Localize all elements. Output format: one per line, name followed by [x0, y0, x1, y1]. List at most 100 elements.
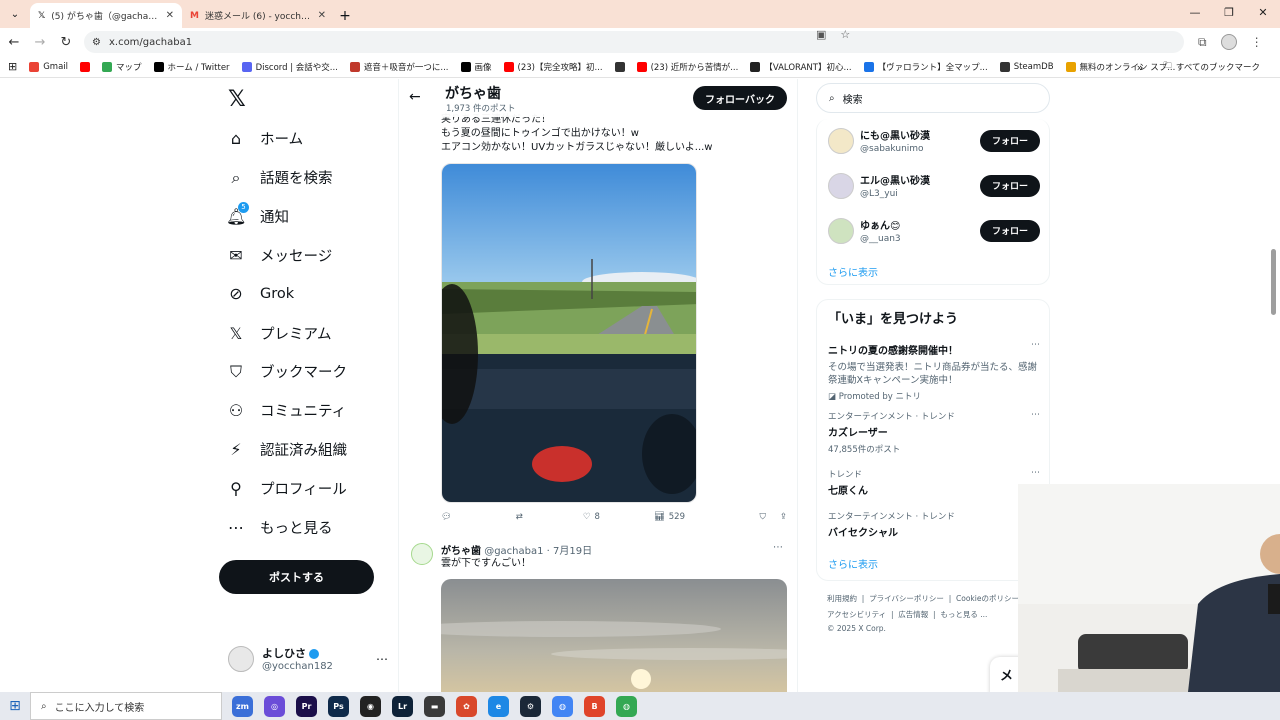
footer-link[interactable]: 広告情報	[898, 610, 928, 619]
tweet-more-icon[interactable]: ⋯	[773, 542, 783, 553]
minimize-icon[interactable]: —	[1178, 0, 1212, 28]
like-button[interactable]: ♡ 8	[583, 512, 600, 522]
bookmark-item[interactable]: Gmail	[29, 61, 68, 72]
taskbar-search-input[interactable]: ⌕ ここに入力して検索	[30, 692, 222, 720]
nav-item-verified-orgs[interactable]: ⚡︎ 認証済み組織	[226, 439, 347, 460]
avatar[interactable]	[828, 172, 854, 199]
trend-more-icon[interactable]: ⋯	[1031, 410, 1040, 420]
bookmark-star-icon[interactable]: ☆	[840, 28, 850, 41]
retweet-icon[interactable]: ⇄	[516, 512, 523, 522]
back-icon[interactable]: ←	[2, 35, 26, 50]
reply-icon[interactable]: 💬︎	[441, 512, 452, 522]
bookmark-item[interactable]: (23)【完全攻略】初...	[503, 61, 603, 73]
bookmark-item[interactable]: 遮音＋吸音が一つに...	[349, 61, 449, 73]
reload-icon[interactable]: ↻	[54, 35, 78, 50]
nav-item-more[interactable]: ⋯ もっと見る	[226, 517, 333, 538]
trend-more-icon[interactable]: ⋯	[1031, 340, 1040, 350]
suggestion-name[interactable]: エル@黒い砂漠	[860, 172, 930, 187]
views-button[interactable]: 📊︎ 529	[654, 512, 685, 522]
taskbar-app-icon[interactable]: ◍	[616, 695, 637, 717]
follow-button[interactable]: フォロー	[980, 174, 1040, 197]
nav-item-home[interactable]: ⌂ ホーム	[226, 128, 303, 149]
taskbar-app-icon[interactable]: ◉	[360, 695, 381, 717]
show-more-link[interactable]: さらに表示	[828, 264, 878, 279]
bookmark-item[interactable]	[80, 61, 91, 72]
trend-item[interactable]: エンターテインメント · トレンドバイセクシャル⋯	[828, 510, 1040, 539]
bookmark-item[interactable]: 【VALORANT】初心...	[750, 61, 852, 73]
taskbar-app-icon[interactable]: ⚙	[520, 695, 541, 717]
nav-item-grok[interactable]: ⊘ Grok	[226, 284, 294, 303]
nav-item-explore[interactable]: ⌕ 話題を検索	[226, 167, 333, 188]
new-tab-button[interactable]: +	[334, 8, 356, 24]
close-tab-icon[interactable]: ✕	[318, 10, 326, 21]
follow-button[interactable]: フォロー	[980, 219, 1040, 242]
scrollbar-thumb[interactable]	[1271, 249, 1276, 315]
nav-item-messages[interactable]: ✉ メッセージ	[226, 245, 332, 266]
trend-item[interactable]: トレンド 七原くん ⋯	[828, 468, 1040, 497]
taskbar-app-icon[interactable]: ✿	[456, 695, 477, 717]
close-tab-icon[interactable]: ✕	[166, 10, 174, 21]
tweet-author-handle[interactable]: @gachaba1	[484, 546, 543, 557]
follow-suggestion[interactable]: にも@黒い砂漠 @sabakunimo フォロー	[828, 127, 1040, 154]
avatar[interactable]	[828, 127, 854, 154]
windows-start-icon[interactable]: ⊞	[0, 698, 30, 714]
footer-link[interactable]: プライバシーポリシー	[869, 594, 944, 603]
footer-link[interactable]: Cookieのポリシー	[956, 594, 1019, 603]
follow-suggestion[interactable]: エル@黒い砂漠 @L3_yui フォロー	[828, 172, 1040, 199]
bookmark-item[interactable]: マップ	[102, 61, 142, 73]
trends-show-more-link[interactable]: さらに表示	[828, 556, 878, 571]
tab-search-icon[interactable]: ⌄	[4, 3, 26, 25]
bookmark-item[interactable]: (23) 近所から苦情が...	[636, 61, 738, 73]
bookmark-item[interactable]: ホーム / Twitter	[153, 61, 230, 73]
nav-item-profile[interactable]: ⚲ プロフィール	[226, 478, 347, 499]
bookmark-item[interactable]: 【ヴァロラント】全マップ...	[863, 61, 988, 73]
taskbar-app-icon[interactable]: zm	[232, 695, 253, 717]
x-logo-icon[interactable]: 𝕏	[228, 87, 246, 112]
suggestion-name[interactable]: にも@黒い砂漠	[860, 127, 930, 142]
nav-item-premium[interactable]: 𝕏 プレミアム	[226, 323, 332, 344]
tweet-date[interactable]: · 7月19日	[547, 546, 592, 557]
follow-button[interactable]: フォロー	[980, 129, 1040, 152]
bookmark-item[interactable]	[614, 61, 625, 72]
nav-item-communities[interactable]: ⚇ コミュニティ	[226, 400, 346, 421]
address-bar[interactable]: ⚙ x.com/gachaba1 ▣ ☆	[84, 28, 1184, 53]
trend-item[interactable]: ニトリの夏の感謝祭開催中！ その場で当選発表！ニトリ商品券が当たる、感謝祭連動Xキ…	[828, 340, 1040, 402]
bookmark-icon[interactable]: ⛉	[759, 512, 765, 522]
account-switcher[interactable]: よしひさ @yocchan182 ⋯	[228, 645, 388, 672]
footer-link[interactable]: もっと見る ...	[940, 610, 987, 619]
trend-item[interactable]: エンターテインメント · トレンド カズレーザー 47,855件のポスト ⋯	[828, 410, 1040, 455]
page-scrollbar[interactable]	[1270, 165, 1278, 325]
nav-item-notifications[interactable]: 🔔︎ 5 通知	[226, 202, 289, 227]
browser-tab[interactable]: M 迷惑メール (6) - yocchan.umaime ✕	[182, 3, 334, 28]
avatar[interactable]	[411, 543, 433, 565]
extensions-icon[interactable]: ⧉	[1198, 35, 1207, 50]
footer-link[interactable]: アクセシビリティ	[827, 610, 886, 619]
follow-back-button[interactable]: フォローバック	[693, 86, 787, 110]
taskbar-app-icon[interactable]: Pr	[296, 695, 317, 717]
taskbar-app-icon[interactable]: ◍	[552, 695, 573, 717]
taskbar-app-icon[interactable]: ◎	[264, 695, 285, 717]
forward-icon[interactable]: →	[28, 35, 52, 50]
site-info-icon[interactable]: ⚙	[92, 37, 101, 48]
install-app-icon[interactable]: ▣	[816, 28, 826, 41]
tweet-author-name[interactable]: がちゃ歯	[441, 546, 481, 557]
close-window-icon[interactable]: ✕	[1246, 0, 1280, 28]
all-bookmarks-folder[interactable]: 🗀 すべてのブックマーク	[1163, 60, 1260, 74]
browser-menu-icon[interactable]: ⋮	[1251, 35, 1263, 49]
back-arrow-icon[interactable]: ←	[409, 89, 421, 105]
taskbar-app-icon[interactable]: B	[584, 695, 605, 717]
taskbar-app-icon[interactable]: e	[488, 695, 509, 717]
follow-suggestion[interactable]: ゆぁん😊 @__uan3 フォロー	[828, 217, 1040, 244]
footer-link[interactable]: 利用規約	[827, 594, 857, 603]
taskbar-app-icon[interactable]: Lr	[392, 695, 413, 717]
more-dots-icon[interactable]: ⋯	[376, 652, 388, 666]
bookmark-item[interactable]: 画像	[460, 61, 492, 73]
taskbar-app-icon[interactable]: Ps	[328, 695, 349, 717]
bookmark-item[interactable]: SteamDB	[999, 61, 1054, 72]
suggestion-name[interactable]: ゆぁん😊	[860, 217, 901, 232]
nav-item-bookmarks[interactable]: ⛉ ブックマーク	[226, 361, 347, 382]
tweet-photo-road[interactable]	[441, 163, 697, 503]
browser-tab-active[interactable]: 𝕏 (5) がちゃ歯（@gachaba1）さん ✕	[30, 3, 182, 28]
tweet-photo-clouds[interactable]	[441, 579, 787, 692]
avatar[interactable]	[828, 217, 854, 244]
